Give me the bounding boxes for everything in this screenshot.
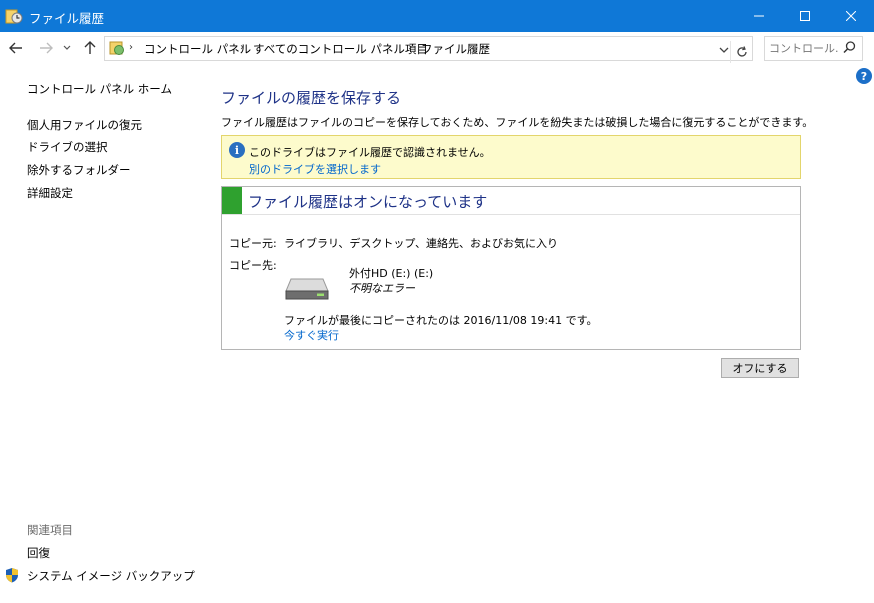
- window-title: ファイル履歴: [29, 11, 105, 26]
- chevron-down-icon: [63, 45, 71, 50]
- search-input[interactable]: [769, 39, 839, 57]
- refresh-button[interactable]: [730, 41, 753, 63]
- back-button[interactable]: [6, 38, 26, 58]
- navigation-bar: › コントロール パネル › すべてのコントロール パネル項目 › ファイル履歴: [0, 32, 874, 64]
- forward-button[interactable]: [36, 38, 56, 58]
- uac-shield-icon: [4, 567, 20, 583]
- page-title: ファイルの履歴を保存する: [221, 89, 402, 107]
- back-arrow-icon: [9, 42, 22, 54]
- breadcrumb-separator-icon: ›: [129, 42, 133, 53]
- breadcrumb-separator-icon: ›: [240, 42, 244, 53]
- drive-name: 外付HD (E:) (E:): [349, 267, 434, 280]
- sidebar-item-recovery[interactable]: 回復: [27, 545, 50, 561]
- status-panel: ファイル履歴はオンになっています コピー元: ライブラリ、デスクトップ、連絡先、…: [221, 186, 801, 350]
- close-button[interactable]: [828, 0, 874, 32]
- sidebar-control-panel-home[interactable]: コントロール パネル ホーム: [27, 81, 172, 97]
- copy-to-label: コピー先:: [229, 259, 277, 272]
- title-bar: ファイル履歴: [0, 0, 874, 32]
- sidebar-item-system-image-backup[interactable]: システム イメージ バックアップ: [27, 568, 195, 584]
- drive-icon: [285, 277, 329, 301]
- sidebar-item-exclude-folders[interactable]: 除外するフォルダー: [27, 162, 131, 178]
- forward-arrow-icon: [40, 42, 53, 54]
- turn-off-button[interactable]: オフにする: [721, 358, 799, 378]
- copy-from-value: ライブラリ、デスクトップ、連絡先、およびお気に入り: [284, 237, 559, 250]
- info-icon: i: [229, 142, 245, 158]
- file-history-app-icon: [5, 7, 23, 25]
- search-icon[interactable]: [843, 41, 856, 54]
- chevron-down-icon: [719, 47, 729, 53]
- recent-locations-button[interactable]: [60, 38, 74, 58]
- copy-from-label: コピー元:: [229, 237, 277, 250]
- up-button[interactable]: [80, 38, 100, 58]
- status-header: ファイル履歴はオンになっています: [222, 187, 800, 215]
- run-now-link[interactable]: 今すぐ実行: [284, 327, 339, 343]
- up-arrow-icon: [84, 41, 96, 54]
- page-description: ファイル履歴はファイルのコピーを保存しておくため、ファイルを紛失または破損した場…: [221, 116, 814, 129]
- close-icon: [846, 11, 856, 21]
- sidebar-item-restore-personal-files[interactable]: 個人用ファイルの復元: [27, 117, 142, 133]
- sidebar-item-select-drive[interactable]: ドライブの選択: [27, 139, 108, 155]
- breadcrumb-all-items[interactable]: すべてのコントロール パネル項目: [253, 41, 428, 57]
- breadcrumb-separator-icon: ›: [408, 42, 412, 53]
- sidebar-item-advanced-settings[interactable]: 詳細設定: [27, 185, 73, 201]
- maximize-button[interactable]: [782, 0, 828, 32]
- help-icon[interactable]: ?: [856, 68, 872, 84]
- last-copy-text: ファイルが最後にコピーされたのは 2016/11/08 19:41 です。: [284, 314, 598, 327]
- refresh-icon: [737, 46, 747, 57]
- search-box[interactable]: [764, 36, 863, 61]
- warning-banner: i このドライブはファイル履歴で認識されません。 別のドライブを選択します: [221, 135, 801, 179]
- related-header: 関連項目: [27, 523, 73, 537]
- minimize-icon: [754, 15, 764, 17]
- breadcrumb-file-history[interactable]: ファイル履歴: [421, 41, 490, 57]
- status-title: ファイル履歴はオンになっています: [248, 193, 488, 211]
- breadcrumb-control-panel[interactable]: コントロール パネル: [144, 41, 251, 57]
- address-bar[interactable]: › コントロール パネル › すべてのコントロール パネル項目 › ファイル履歴: [104, 36, 753, 63]
- status-indicator: [222, 187, 242, 214]
- control-panel-icon: [109, 40, 125, 56]
- maximize-icon: [800, 11, 810, 21]
- warning-text: このドライブはファイル履歴で認識されません。: [249, 146, 491, 159]
- select-another-drive-link[interactable]: 別のドライブを選択します: [249, 161, 381, 177]
- drive-status: 不明なエラー: [349, 282, 415, 295]
- minimize-button[interactable]: [736, 0, 782, 32]
